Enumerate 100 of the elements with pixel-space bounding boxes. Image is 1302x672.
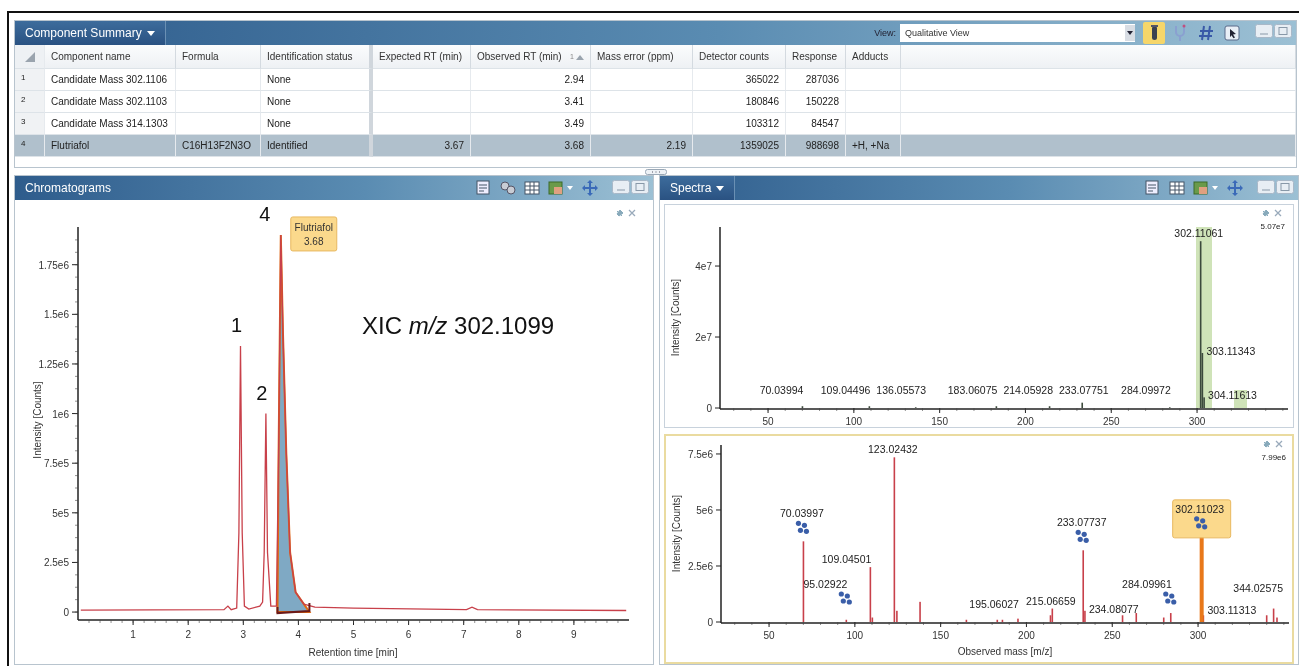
- peak-number: 4: [259, 202, 271, 225]
- table-cell: Flutriafol: [51, 140, 90, 151]
- table-cell: None: [267, 96, 291, 107]
- axis-tick-label: 300: [1189, 630, 1207, 641]
- peak-label: 344.02575: [1233, 581, 1283, 594]
- max-intensity-label: 5.07e7: [1260, 222, 1285, 231]
- axis-tick-label: 100: [845, 416, 863, 427]
- table-cell: None: [267, 74, 291, 85]
- view-label: View:: [874, 28, 896, 38]
- peak-label: 214.05928: [1003, 384, 1053, 396]
- peak-label: 109.04501: [821, 553, 872, 566]
- axis-tick-label: 2: [185, 629, 191, 640]
- axis-tick-label: 1.25e6: [38, 358, 69, 370]
- axis-tick-label: 5: [350, 629, 357, 640]
- table-cell: 180846: [745, 96, 779, 107]
- row-number: 4: [21, 139, 26, 148]
- peak-label: 284.09972: [1121, 384, 1171, 396]
- panel-title: Chromatograms: [24, 181, 112, 195]
- table-cell: Candidate Mass 314.1303: [51, 118, 168, 129]
- axis-tick-label: 300: [1188, 416, 1206, 427]
- peak-label: 302.11061: [1174, 227, 1224, 240]
- peak-label: 95.02922: [803, 578, 848, 590]
- max-intensity-label: 7.99e6: [1261, 453, 1286, 462]
- axis-tick-label: 2.5e5: [43, 557, 69, 569]
- axis-tick-label: 150: [932, 630, 949, 641]
- table-cell: 1359025: [740, 140, 779, 151]
- table-cell: 103312: [745, 118, 779, 129]
- table-cell: 3.68: [564, 140, 584, 151]
- axis-tick-label: 200: [1017, 416, 1034, 427]
- axis-tick-label: 50: [762, 416, 774, 427]
- peak-number: 2: [256, 381, 268, 404]
- peak-label: 195.06027: [969, 598, 1019, 610]
- axis-tick-label: 0: [706, 403, 712, 414]
- axis-tick-label: 7.5e6: [687, 448, 713, 460]
- table-cell: 365022: [745, 74, 779, 85]
- y-axis-title: Intensity [Counts]: [32, 381, 43, 459]
- y-axis-title: Intensity [Counts]: [671, 494, 682, 573]
- row-number: 1: [21, 73, 26, 82]
- axis-tick-label: 1.5e6: [43, 309, 69, 321]
- table-cell: 287036: [805, 74, 839, 85]
- peak-label: 123.02432: [868, 443, 918, 456]
- x-axis-title: Retention time [min]: [308, 647, 398, 658]
- table-cell: 3.41: [564, 96, 584, 107]
- peak-label: 302.11023: [1175, 502, 1225, 515]
- axis-tick-label: 5e6: [696, 504, 713, 516]
- x-axis-title: Observed mass [m/z]: [957, 646, 1053, 657]
- table-cell: 2.94: [564, 74, 584, 85]
- peak-label: 183.06075: [947, 384, 998, 396]
- axis-tick-label: 100: [846, 630, 864, 641]
- peak-number: 1: [231, 314, 243, 337]
- chart-title: XIC m/z 302.1099: [362, 312, 555, 340]
- axis-tick-label: 9: [571, 629, 577, 640]
- axis-tick-label: 6: [405, 629, 412, 640]
- axis-tick-label: 1: [130, 629, 136, 640]
- table-cell: +H, +Na: [852, 140, 890, 151]
- row-number: 2: [21, 95, 26, 104]
- axis-tick-label: 2.5e6: [687, 561, 713, 572]
- axis-tick-label: 2e7: [695, 332, 712, 343]
- table-cell: Candidate Mass 302.1106: [51, 74, 167, 85]
- axis-tick-label: 250: [1103, 630, 1121, 641]
- axis-tick-label: 50: [763, 630, 775, 641]
- table-cell: 150228: [805, 96, 839, 107]
- peak-label: 70.03997: [780, 507, 824, 520]
- axis-tick-label: 3: [240, 629, 247, 640]
- table-cell: 3.67: [444, 140, 464, 151]
- row-number: 3: [21, 117, 26, 126]
- callout-label: 3.68: [304, 235, 324, 247]
- axis-tick-label: 250: [1102, 416, 1120, 427]
- axis-tick-label: 150: [931, 416, 948, 427]
- axis-tick-label: 8: [516, 629, 522, 640]
- peak-label: 284.09961: [1122, 578, 1172, 590]
- axis-tick-label: 0: [63, 607, 69, 619]
- table-cell: 3.49: [564, 118, 584, 129]
- peak-label: 233.07751: [1059, 384, 1109, 396]
- axis-tick-label: 200: [1018, 630, 1035, 641]
- peak-label: 215.06659: [1026, 594, 1076, 607]
- peak-label: 234.08077: [1088, 602, 1139, 615]
- axis-tick-label: 5e5: [52, 507, 69, 519]
- peak-label: 303.11343: [1206, 345, 1256, 357]
- peak-label: 109.04496: [820, 384, 871, 396]
- table-cell: Candidate Mass 302.1103: [51, 96, 167, 107]
- peak-label: 303.11313: [1207, 604, 1257, 616]
- table-cell: None: [267, 118, 291, 129]
- axis-tick-label: 1.75e6: [38, 259, 69, 271]
- peak-label: 70.03994: [759, 384, 804, 396]
- axis-tick-label: 7: [460, 629, 467, 640]
- table-cell: Identified: [267, 140, 308, 151]
- table-cell: 988698: [805, 140, 839, 151]
- table-cell: 2.19: [666, 140, 686, 151]
- peak-label: 136.05573: [876, 384, 926, 396]
- axis-tick-label: 4: [295, 629, 302, 640]
- axis-tick-label: 7.5e5: [43, 458, 69, 470]
- y-axis-title: Intensity [Counts]: [670, 278, 681, 357]
- axis-tick-label: 1e6: [52, 408, 69, 420]
- peak-label: 233.07737: [1056, 516, 1107, 529]
- axis-tick-label: 0: [707, 617, 713, 628]
- peak-label: 304.11613: [1208, 389, 1257, 402]
- table-cell: 84547: [811, 118, 839, 129]
- table-cell: C16H13F2N3O: [182, 140, 251, 151]
- callout-label: Flutriafol: [294, 221, 333, 233]
